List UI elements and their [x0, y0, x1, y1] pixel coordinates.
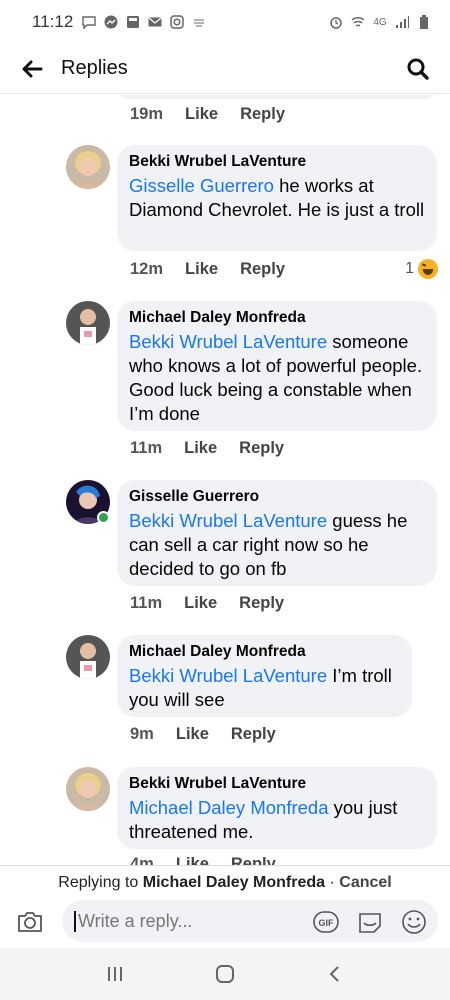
svg-text:GIF: GIF — [319, 918, 335, 928]
comment-bubble[interactable]: Gisselle Guerrero Bekki Wrubel LaVenture… — [117, 480, 437, 586]
comment-text: Bekki Wrubel LaVenture someone who knows… — [129, 330, 425, 426]
back-nav-button[interactable] — [315, 954, 355, 994]
sticker-icon — [359, 913, 381, 933]
reply-button[interactable]: Reply — [240, 105, 285, 124]
reaction-summary[interactable]: 1 — [405, 259, 438, 279]
recent-apps-icon — [108, 967, 122, 981]
emoji-icon — [402, 910, 426, 934]
sticker-button[interactable] — [356, 908, 384, 936]
messenger-icon — [103, 14, 119, 30]
comment-text: Michael Daley Monfreda you just threaten… — [129, 796, 425, 844]
reply-button[interactable]: Reply — [231, 725, 276, 744]
search-button[interactable] — [402, 53, 434, 85]
comment-text: Bekki Wrubel LaVenture I’m troll you wil… — [129, 664, 400, 712]
comment-time: 11m — [130, 594, 163, 612]
search-icon — [407, 58, 429, 80]
reply-button[interactable]: Reply — [240, 260, 285, 279]
avatar[interactable] — [66, 635, 110, 679]
replying-separator: · — [325, 874, 340, 891]
status-bar: 11:12 4G — [0, 0, 450, 44]
comment-actions: 4m Like Reply — [130, 855, 298, 865]
comment-bubble[interactable]: Michael Daley Monfreda Bekki Wrubel LaVe… — [117, 301, 437, 431]
comment-author[interactable]: Bekki Wrubel LaVenture — [129, 153, 425, 171]
comment-author[interactable]: Michael Daley Monfreda — [129, 309, 425, 327]
camera-button[interactable] — [14, 906, 46, 938]
instagram-icon — [169, 14, 185, 30]
data-saver-icon — [191, 14, 207, 30]
back-icon — [329, 966, 339, 982]
comment-time: 19m — [130, 105, 164, 123]
online-status-indicator — [97, 511, 110, 524]
home-button[interactable] — [205, 954, 245, 994]
status-time: 11:12 — [32, 12, 74, 31]
reply-composer: Replying to Michael Daley Monfreda · Can… — [0, 865, 450, 948]
chat-bubble-icon — [81, 14, 97, 30]
comment-author[interactable]: Michael Daley Monfreda — [129, 643, 400, 661]
comment-bubble[interactable]: Michael Daley Monfreda Bekki Wrubel LaVe… — [117, 635, 412, 717]
system-icons: 4G — [328, 14, 432, 30]
reply-input[interactable] — [74, 910, 294, 932]
replying-name[interactable]: Michael Daley Monfreda — [143, 874, 325, 891]
news-icon — [125, 14, 141, 30]
replying-prefix: Replying to — [58, 874, 143, 891]
signal-icon — [394, 14, 410, 30]
comment-actions: 11m Like Reply — [130, 439, 306, 458]
back-button[interactable] — [16, 53, 48, 85]
camera-icon — [18, 912, 42, 932]
battery-icon — [416, 14, 432, 30]
system-nav-bar — [0, 948, 450, 1000]
mention-link[interactable]: Michael Daley Monfreda — [129, 797, 328, 818]
page-title: Replies — [61, 57, 128, 79]
comment-actions: 19m Like Reply — [130, 105, 307, 124]
comment-text: Gisselle Guerrero he works at Diamond Ch… — [129, 174, 425, 222]
partial-comment-bubble — [117, 95, 437, 99]
replying-to-banner: Replying to Michael Daley Monfreda · Can… — [0, 874, 450, 892]
mention-link[interactable]: Bekki Wrubel LaVenture — [129, 331, 327, 352]
arrow-left-icon — [22, 60, 43, 77]
comment-time: 12m — [130, 260, 164, 278]
comment-actions: 9m Like Reply — [130, 725, 298, 744]
notification-icons — [81, 14, 207, 30]
comment-time: 9m — [130, 725, 154, 743]
like-button[interactable]: Like — [176, 725, 209, 744]
lte-icon: 4G — [373, 16, 387, 28]
recent-apps-button[interactable] — [95, 954, 135, 994]
gif-icon: GIF — [313, 911, 339, 933]
avatar[interactable] — [66, 767, 110, 811]
comment-actions: 11m Like Reply — [130, 594, 306, 613]
comment-bubble[interactable]: Bekki Wrubel LaVenture Michael Daley Mon… — [117, 767, 437, 849]
mention-link[interactable]: Bekki Wrubel LaVenture — [129, 510, 327, 531]
haha-icon — [418, 259, 438, 279]
like-button[interactable]: Like — [185, 105, 218, 124]
avatar[interactable] — [66, 145, 110, 189]
home-icon — [216, 965, 234, 983]
like-button[interactable]: Like — [176, 855, 209, 865]
reaction-count: 1 — [405, 260, 414, 277]
reply-button[interactable]: Reply — [239, 439, 284, 458]
mention-link[interactable]: Gisselle Guerrero — [129, 175, 274, 196]
cancel-reply-button[interactable]: Cancel — [339, 874, 391, 891]
comment-time: 11m — [130, 439, 163, 457]
gif-button[interactable]: GIF — [312, 908, 340, 936]
wifi-icon — [350, 14, 366, 30]
like-button[interactable]: Like — [184, 439, 217, 458]
comment-author[interactable]: Bekki Wrubel LaVenture — [129, 775, 425, 793]
comment-text: Bekki Wrubel LaVenture guess he can sell… — [129, 509, 425, 581]
comments-feed[interactable]: 19m Like Reply Bekki Wrubel LaVenture Gi… — [0, 95, 450, 865]
app-header: Replies — [0, 44, 450, 94]
like-button[interactable]: Like — [185, 260, 218, 279]
reply-button[interactable]: Reply — [239, 594, 284, 613]
comment-bubble[interactable]: Bekki Wrubel LaVenture Gisselle Guerrero… — [117, 145, 437, 251]
avatar[interactable] — [66, 301, 110, 345]
comment-author[interactable]: Gisselle Guerrero — [129, 488, 425, 506]
mention-link[interactable]: Bekki Wrubel LaVenture — [129, 665, 327, 686]
alarm-icon — [328, 14, 344, 30]
emoji-button[interactable] — [400, 908, 428, 936]
comment-actions: 12m Like Reply — [130, 260, 307, 279]
like-button[interactable]: Like — [184, 594, 217, 613]
mail-icon — [147, 14, 163, 30]
comment-time: 4m — [130, 855, 154, 865]
reply-button[interactable]: Reply — [231, 855, 276, 865]
reply-input-container: GIF — [62, 900, 438, 942]
